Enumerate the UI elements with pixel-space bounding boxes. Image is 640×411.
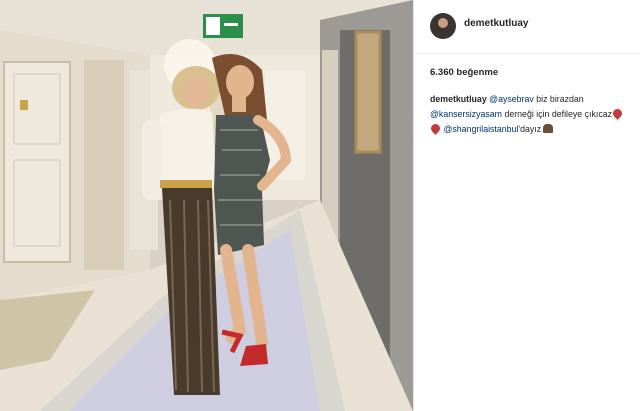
post-username[interactable]: demetkutluay (464, 18, 528, 29)
caption-text-2: derneği için defileye çıkıcaz (502, 109, 613, 119)
exit-sign-icon (203, 14, 243, 38)
post-photo[interactable] (0, 0, 413, 411)
post-sidebar: demetkutluay 6.360 beğenme demetkutluay … (413, 0, 640, 411)
post-header: demetkutluay (414, 0, 640, 54)
caption-mention-shangrilaistanbul[interactable]: @shangrilaistanbul (443, 124, 518, 134)
caption-mention-aysebrav[interactable]: @aysebrav (489, 94, 534, 104)
caption-mention-kansersizyasam[interactable]: @kansersizyasam (430, 109, 502, 119)
post-caption: demetkutluay @aysebrav biz birazdan @kan… (429, 92, 630, 137)
heart-emoji (429, 122, 442, 135)
caption-text-3: 'dayız (518, 124, 542, 134)
caption-text-1: biz birazdan (533, 94, 584, 104)
likes-count[interactable]: 6.360 beğenme (430, 67, 498, 78)
instagram-post-screenshot: demetkutluay 6.360 beğenme demetkutluay … (0, 0, 640, 411)
hallway-photo (0, 0, 413, 411)
woman-emoji (543, 124, 554, 133)
heart-emoji (611, 107, 624, 120)
profile-avatar[interactable] (430, 13, 456, 39)
caption-author[interactable]: demetkutluay (430, 94, 487, 104)
